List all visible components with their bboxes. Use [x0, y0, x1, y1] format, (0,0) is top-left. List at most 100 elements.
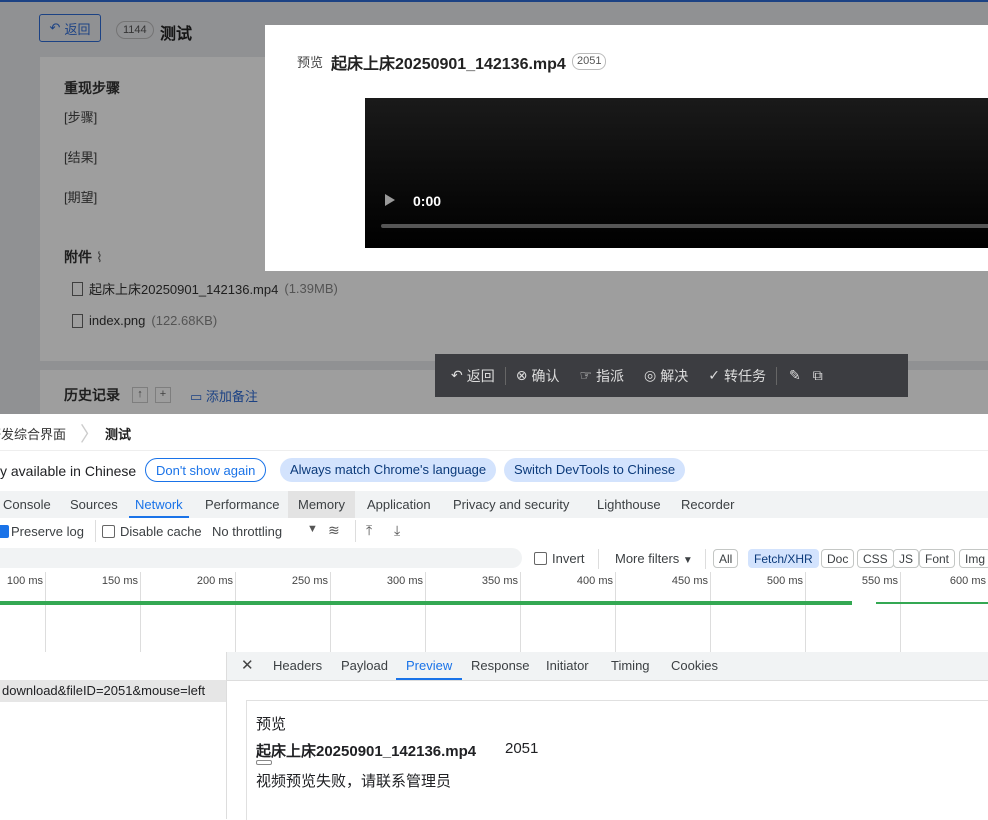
toolbar-divider: [705, 549, 706, 569]
filter-chip-all[interactable]: All: [713, 549, 739, 568]
assign-button[interactable]: ☞ 指派: [569, 366, 634, 386]
tab-sources[interactable]: Sources: [70, 491, 118, 518]
app-page: ↶ 返回 1144 测试 重现步骤 [步骤] [结果] [期望] 附件 ⌇ 起床…: [0, 0, 988, 414]
dont-show-again-button[interactable]: Don't show again: [145, 458, 267, 482]
more-filters-label: More filters: [615, 551, 680, 566]
modal-file-name: 起床上床20250901_142136.mp4: [331, 56, 566, 73]
tab-cookies[interactable]: Cookies: [671, 652, 718, 680]
timeline-tick-label: 350 ms: [481, 575, 518, 587]
preview-modal: 预览 起床上床20250901_142136.mp4 2051 0:00: [265, 25, 988, 271]
preserve-log-checkbox[interactable]: [0, 525, 9, 540]
to-task-button[interactable]: ✓ 转任务: [698, 366, 776, 386]
tab-recorder[interactable]: Recorder: [681, 491, 734, 518]
play-icon[interactable]: [385, 194, 395, 206]
breadcrumb-separator: 〉: [80, 424, 100, 446]
breadcrumb: 研发综合界面 〉 测试: [0, 414, 988, 451]
response-preview: 预览 起床上床20250901_142136.mp4 2051 视频预览失败，请…: [246, 700, 988, 820]
upload-icon[interactable]: ⤒: [366, 522, 372, 539]
devtools-tabs: Console Sources Network Performance Memo…: [0, 491, 988, 519]
tab-privacy-security[interactable]: Privacy and security: [453, 491, 569, 518]
network-toolbar: Preserve log Disable cache No throttling…: [0, 518, 988, 547]
timeline-gridline: [45, 572, 46, 652]
tab-application[interactable]: Application: [367, 491, 431, 518]
check-circle-icon: ◎: [644, 367, 657, 383]
tab-memory[interactable]: Memory: [288, 491, 355, 518]
preview-label: 预览: [256, 716, 287, 733]
resolve-label: 解决: [660, 367, 689, 384]
timeline-tick-label: 500 ms: [766, 575, 803, 587]
filter-chip-fetch-xhr[interactable]: Fetch/XHR: [748, 549, 819, 568]
confirm-button[interactable]: ⊗ 确认: [506, 366, 570, 386]
timeline-tick-label: 100 ms: [6, 575, 43, 587]
timeline-gridline: [710, 572, 711, 652]
switch-to-chinese-button[interactable]: Switch DevTools to Chinese: [504, 458, 686, 482]
timeline-gridline: [615, 572, 616, 652]
more-filters-dropdown[interactable]: More filters ▼: [615, 551, 693, 566]
request-list: download&fileID=2051&mouse=left: [0, 652, 227, 819]
breadcrumb-item[interactable]: 研发综合界面: [0, 424, 66, 443]
tab-performance[interactable]: Performance: [205, 491, 279, 518]
tab-response[interactable]: Response: [471, 652, 530, 680]
tab-timing[interactable]: Timing: [611, 652, 650, 680]
preview-file-name: 起床上床20250901_142136.mp4: [256, 743, 477, 760]
preserve-log-label: Preserve log: [11, 524, 84, 539]
check-icon: ✓: [708, 367, 720, 383]
tab-console[interactable]: Console: [3, 491, 51, 518]
copy-icon[interactable]: ⧉: [807, 367, 829, 384]
disable-cache-label: Disable cache: [120, 524, 202, 539]
edit-icon[interactable]: ✎: [777, 367, 807, 384]
timeline-tick-label: 550 ms: [861, 575, 898, 587]
timeline-gridline: [520, 572, 521, 652]
timeline-gridline: [425, 572, 426, 652]
tab-headers[interactable]: Headers: [273, 652, 322, 680]
network-conditions-icon[interactable]: ≋: [328, 522, 340, 539]
modal-file-id-badge: 2051: [572, 53, 607, 70]
invert-checkbox[interactable]: [534, 552, 547, 567]
request-row[interactable]: download&fileID=2051&mouse=left: [0, 680, 226, 702]
filter-chip-doc[interactable]: Doc: [821, 549, 855, 568]
infobar-text: y available in Chinese: [0, 463, 137, 479]
download-icon[interactable]: ⤓: [394, 522, 400, 539]
hand-point-icon: ☞: [579, 367, 593, 383]
tab-payload[interactable]: Payload: [341, 652, 388, 680]
invert-label: Invert: [552, 551, 585, 566]
filter-chip-css[interactable]: CSS: [857, 549, 894, 568]
tab-initiator[interactable]: Initiator: [546, 652, 589, 680]
disable-cache-checkbox[interactable]: [102, 525, 115, 540]
video-progress-bar[interactable]: [381, 224, 988, 228]
timeline-gridline: [330, 572, 331, 652]
assign-label: 指派: [596, 367, 625, 384]
timeline-tick-label: 250 ms: [291, 575, 328, 587]
toolbar-divider: [95, 520, 96, 542]
filter-input[interactable]: [0, 548, 522, 568]
breadcrumb-current: 测试: [105, 427, 132, 442]
video-player[interactable]: 0:00: [365, 98, 988, 248]
filter-chip-js[interactable]: JS: [893, 549, 920, 568]
tab-preview[interactable]: Preview: [395, 652, 463, 680]
filter-chip-img[interactable]: Img: [959, 549, 988, 568]
video-time: 0:00: [413, 193, 442, 209]
request-detail-tabs: ✕ Headers Payload Preview Response Initi…: [227, 652, 988, 681]
timeline-tick-label: 150 ms: [101, 575, 138, 587]
always-match-language-button[interactable]: Always match Chrome's language: [280, 458, 497, 482]
tab-lighthouse[interactable]: Lighthouse: [597, 491, 661, 518]
network-timeline[interactable]: 100 ms 150 ms 200 ms 250 ms 300 ms 350 m…: [0, 572, 988, 653]
close-icon[interactable]: ✕: [241, 652, 254, 680]
dropdown-arrow-icon: ▼: [682, 555, 693, 566]
tab-network[interactable]: Network: [129, 491, 189, 518]
to-task-label: 转任务: [723, 367, 766, 384]
timeline-tick-label: 200 ms: [196, 575, 233, 587]
request-timing-bar: [876, 602, 988, 604]
toolbar-back-button[interactable]: ↶ 返回: [435, 366, 505, 386]
timeline-tick-label: 300 ms: [386, 575, 423, 587]
preview-file-id: 2051: [505, 740, 539, 757]
language-infobar: y available in Chinese Don't show again …: [0, 451, 988, 491]
filter-chip-font[interactable]: Font: [919, 549, 956, 568]
resolve-button[interactable]: ◎ 解决: [634, 366, 698, 386]
toolbar-divider: [355, 520, 356, 542]
filter-bar: Invert More filters ▼ All Fetch/XHR Doc …: [0, 546, 988, 573]
empty-badge: [256, 760, 272, 765]
throttling-select[interactable]: No throttling: [212, 524, 282, 539]
action-toolbar: ↶ 返回 ⊗ 确认 ☞ 指派 ◎ 解决 ✓ 转任务 ✎ ⧉: [435, 354, 908, 397]
toolbar-divider: [598, 549, 599, 569]
